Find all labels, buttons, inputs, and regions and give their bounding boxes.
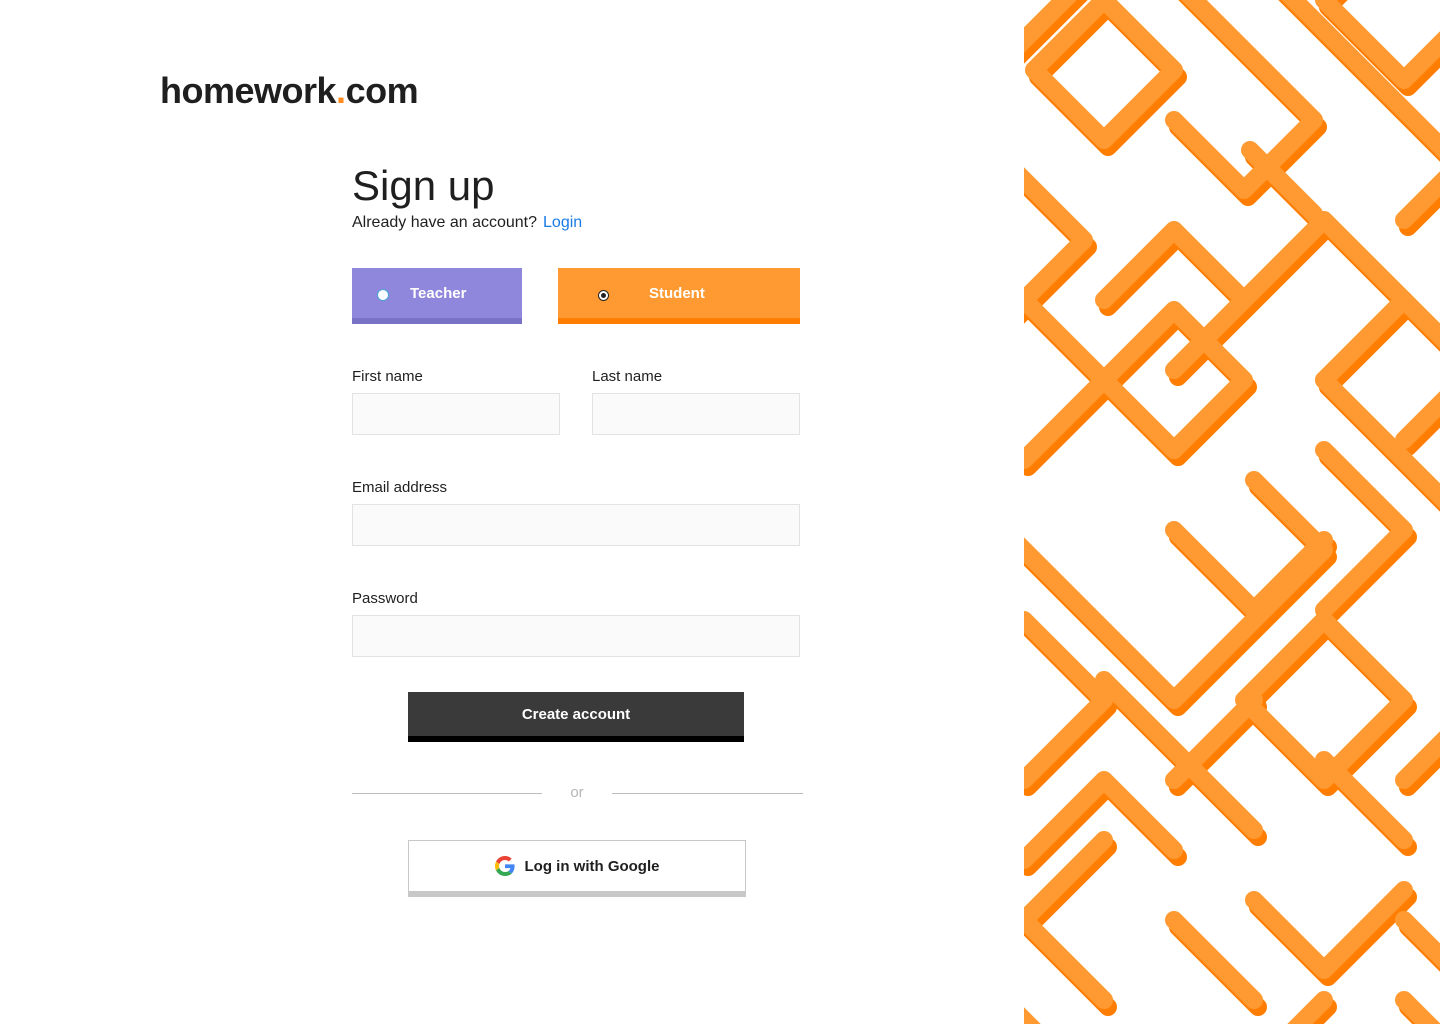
login-prompt: Already have an account? Login — [352, 214, 804, 232]
email-input[interactable] — [352, 504, 800, 546]
already-have-account-text: Already have an account? — [352, 214, 538, 231]
divider-right — [612, 793, 803, 794]
first-name-input[interactable] — [352, 393, 560, 435]
create-account-button[interactable]: Create account — [408, 692, 744, 742]
role-label-teacher: Teacher — [410, 284, 467, 302]
name-row: First name Last name — [352, 368, 804, 435]
first-name-label: First name — [352, 368, 423, 385]
role-option-teacher[interactable]: Teacher — [352, 268, 522, 324]
maze-pattern-graphic — [1024, 0, 1440, 1024]
password-label: Password — [352, 590, 418, 607]
first-name-field: First name — [352, 368, 560, 435]
page-title: Sign up — [352, 162, 495, 209]
brand-logo[interactable]: homework.com — [160, 70, 419, 112]
last-name-input[interactable] — [592, 393, 800, 435]
role-selector: Teacher Student — [352, 268, 804, 324]
brand-tld: com — [345, 70, 419, 111]
student-radio[interactable] — [598, 289, 609, 301]
password-field: Password — [352, 590, 804, 657]
role-label-student: Student — [649, 284, 705, 302]
divider-left — [352, 793, 542, 794]
decorative-maze-pattern — [1024, 0, 1440, 1024]
signup-form: Sign up Already have an account? Login Te… — [352, 160, 804, 657]
email-label: Email address — [352, 479, 448, 496]
teacher-radio[interactable] — [377, 289, 389, 301]
google-icon — [494, 856, 515, 876]
brand-name: homework — [160, 70, 337, 111]
google-login-button[interactable]: Log in with Google — [408, 840, 746, 897]
email-field: Email address — [352, 479, 804, 546]
last-name-label: Last name — [592, 368, 663, 385]
or-divider-text: or — [570, 784, 584, 801]
role-option-student[interactable]: Student — [558, 268, 800, 324]
password-input[interactable] — [352, 615, 800, 657]
google-login-label: Log in with Google — [524, 857, 660, 875]
brand-dot: . — [336, 70, 346, 111]
login-link[interactable]: Login — [543, 214, 582, 231]
last-name-field: Last name — [592, 368, 800, 435]
